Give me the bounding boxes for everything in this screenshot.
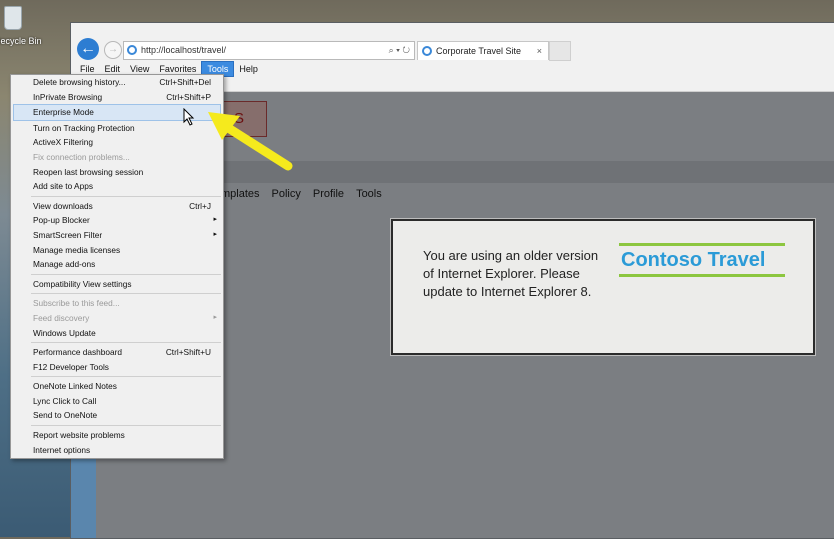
menu-item-report-website-problems[interactable]: Report website problems <box>11 428 223 443</box>
tab-title: Corporate Travel Site <box>436 46 522 56</box>
menu-help[interactable]: Help <box>234 62 263 76</box>
site-nav: mplates Policy Profile Tools <box>221 188 394 200</box>
menu-item-label: Compatibility View settings <box>33 278 132 289</box>
contoso-logo: Contoso Travel <box>619 243 785 277</box>
menu-item-label: ActiveX Filtering <box>33 137 93 148</box>
outdated-browser-notice: You are using an older version of Intern… <box>391 219 815 355</box>
menu-item-shortcut: Ctrl+J <box>189 200 211 211</box>
menu-item-label: Reopen last browsing session <box>33 166 144 177</box>
menu-item-label: Lync Click to Call <box>33 395 97 406</box>
tab-corporate-travel[interactable]: Corporate Travel Site × <box>417 41 549 60</box>
logo-bar-bottom <box>619 274 785 277</box>
menu-item-send-to-onenote[interactable]: Send to OneNote <box>11 408 223 423</box>
menu-item-onenote-linked-notes[interactable]: OneNote Linked Notes <box>11 379 223 394</box>
menu-item-label: Subscribe to this feed... <box>33 298 120 309</box>
menu-item-pop-up-blocker[interactable]: Pop-up Blocker ▸ <box>11 213 223 228</box>
menu-separator <box>31 195 221 197</box>
menu-item-compatibility-view-settings[interactable]: Compatibility View settings <box>11 277 223 292</box>
menu-item-label: OneNote Linked Notes <box>33 381 117 392</box>
recycle-bin-icon[interactable]: Recycle Bin <box>0 4 42 52</box>
menu-item-label: Enterprise Mode <box>33 107 94 118</box>
menu-item-add-site-to-apps[interactable]: Add site to Apps <box>11 179 223 194</box>
menu-item-performance-dashboard[interactable]: Performance dashboard Ctrl+Shift+U <box>11 345 223 360</box>
tab-close-icon[interactable]: × <box>537 42 542 60</box>
menu-item-shortcut: Ctrl+Shift+Del <box>159 77 211 87</box>
menu-item-internet-options[interactable]: Internet options <box>11 443 223 458</box>
menu-separator <box>31 342 221 344</box>
submenu-arrow-icon: ▸ <box>213 216 217 224</box>
menu-item-label: Send to OneNote <box>33 410 98 421</box>
menu-separator <box>31 425 221 427</box>
menu-item-delete-browsing-history[interactable]: Delete browsing history... Ctrl+Shift+Del <box>11 75 223 90</box>
nav-templates[interactable]: mplates <box>221 188 260 200</box>
menu-item-manage-add-ons[interactable]: Manage add-ons <box>11 257 223 272</box>
menu-item-smartscreen-filter[interactable]: SmartScreen Filter ▸ <box>11 228 223 243</box>
menu-item-label: SmartScreen Filter <box>33 229 103 240</box>
menu-separator <box>31 293 221 295</box>
menu-separator <box>31 376 221 378</box>
menu-item-label: Pop-up Blocker <box>33 215 90 226</box>
menu-item-label: Internet options <box>33 444 91 455</box>
mouse-cursor-icon <box>183 108 195 126</box>
menu-item-label: Turn on Tracking Protection <box>33 122 135 133</box>
contoso-brand: Contoso Travel <box>621 249 766 271</box>
menu-item-label: InPrivate Browsing <box>33 91 103 102</box>
menu-bar: File Edit View Favorites Tools Help <box>75 61 263 77</box>
menu-separator <box>31 273 221 275</box>
menu-item-windows-update[interactable]: Windows Update <box>11 326 223 341</box>
menu-item-activex-filtering[interactable]: ActiveX Filtering <box>11 135 223 150</box>
menu-item-label: Delete browsing history... <box>33 77 126 87</box>
menu-item-lync-click-to-call[interactable]: Lync Click to Call <box>11 394 223 409</box>
menu-item-f12-developer-tools[interactable]: F12 Developer Tools <box>11 360 223 375</box>
menu-item-feed-discovery: Feed discovery ▸ <box>11 311 223 326</box>
menu-item-fix-connection-problems: Fix connection problems... <box>11 150 223 165</box>
yellow-arrow-icon <box>208 112 293 171</box>
notice-message: You are using an older version of Intern… <box>423 248 599 299</box>
menu-item-manage-media-licenses[interactable]: Manage media licenses <box>11 243 223 258</box>
menu-item-label: Fix connection problems... <box>33 151 130 162</box>
menu-item-shortcut: Ctrl+Shift+U <box>165 347 211 358</box>
recycle-bin-label: Recycle Bin <box>0 36 42 46</box>
menu-item-subscribe-to-this-feed: Subscribe to this feed... <box>11 296 223 311</box>
back-button[interactable]: ← <box>77 38 99 60</box>
menu-item-label: Add site to Apps <box>33 181 93 192</box>
forward-button[interactable]: → <box>104 41 122 59</box>
menu-item-label: Performance dashboard <box>33 347 123 358</box>
address-bar[interactable]: http://localhost/travel/ ⌕ ▾ ↻ <box>123 41 415 60</box>
menu-item-label: Manage add-ons <box>33 259 96 270</box>
menu-item-label: Feed discovery <box>33 312 90 323</box>
trash-icon <box>4 6 22 30</box>
menu-item-inprivate-browsing[interactable]: InPrivate Browsing Ctrl+Shift+P <box>11 90 223 105</box>
menu-item-label: View downloads <box>33 200 93 211</box>
ie-icon <box>422 46 432 56</box>
menu-item-label: Manage media licenses <box>33 244 121 255</box>
nav-tools[interactable]: Tools <box>356 188 382 200</box>
tools-menu: Delete browsing history... Ctrl+Shift+Del… <box>10 74 224 459</box>
new-tab-button[interactable] <box>549 41 571 61</box>
nav-profile[interactable]: Profile <box>313 188 344 200</box>
menu-item-view-downloads[interactable]: View downloads Ctrl+J <box>11 199 223 214</box>
submenu-arrow-icon: ▸ <box>213 230 217 238</box>
menu-item-reopen-last-browsing-session[interactable]: Reopen last browsing session <box>11 165 223 180</box>
menu-item-label: F12 Developer Tools <box>33 361 109 372</box>
nav-policy[interactable]: Policy <box>272 188 301 200</box>
submenu-arrow-icon: ▸ <box>213 313 217 321</box>
menu-item-label: Windows Update <box>33 327 96 338</box>
menu-item-label: Report website problems <box>33 430 125 441</box>
ie-icon <box>127 45 137 55</box>
address-tools-icons[interactable]: ⌕ ▾ ↻ <box>389 42 410 59</box>
address-url: http://localhost/travel/ <box>141 45 227 55</box>
